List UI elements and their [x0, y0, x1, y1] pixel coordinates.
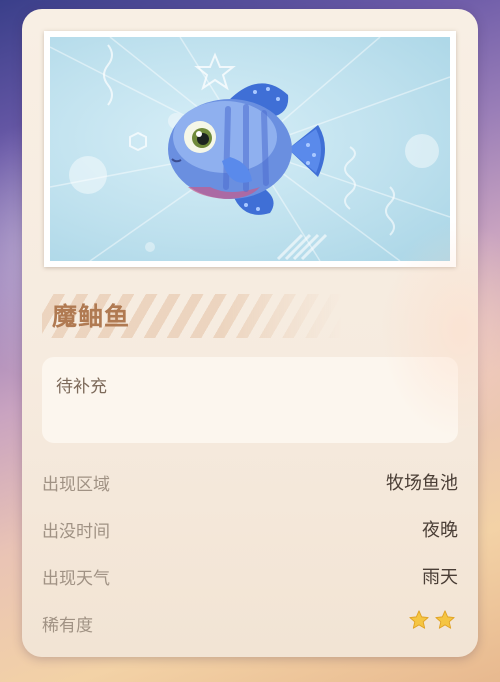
- star-icon: [409, 610, 429, 629]
- fish-photo-frame: [44, 31, 456, 267]
- fish-image: [50, 37, 450, 261]
- star-icon: [435, 610, 455, 629]
- fish-info-card: 魔鲉鱼 待补充 出现区域 牧场鱼池 出没时间 夜晚 出现天气 雨天 稀有度: [22, 9, 478, 657]
- detail-row-time: 出没时间 夜晚: [42, 513, 458, 543]
- detail-value: 牧场鱼池: [386, 473, 458, 494]
- detail-row-rarity: 稀有度: [42, 607, 458, 637]
- rarity-label: 稀有度: [42, 616, 93, 636]
- detail-label: 出没时间: [42, 522, 110, 542]
- detail-label: 出现区域: [42, 475, 110, 495]
- detail-row-weather: 出现天气 雨天: [42, 560, 458, 590]
- game-background: 魔鲉鱼 待补充 出现区域 牧场鱼池 出没时间 夜晚 出现天气 雨天 稀有度: [0, 0, 500, 682]
- detail-label: 出现天气: [42, 569, 110, 589]
- detail-value: 夜晚: [422, 520, 458, 541]
- fish-description: 待补充: [56, 377, 107, 397]
- detail-row-area: 出现区域 牧场鱼池: [42, 466, 458, 496]
- rarity-stars: [408, 609, 456, 631]
- detail-value: 雨天: [422, 567, 458, 588]
- description-box: 待补充: [42, 357, 458, 443]
- fish-name: 魔鲉鱼: [52, 302, 131, 331]
